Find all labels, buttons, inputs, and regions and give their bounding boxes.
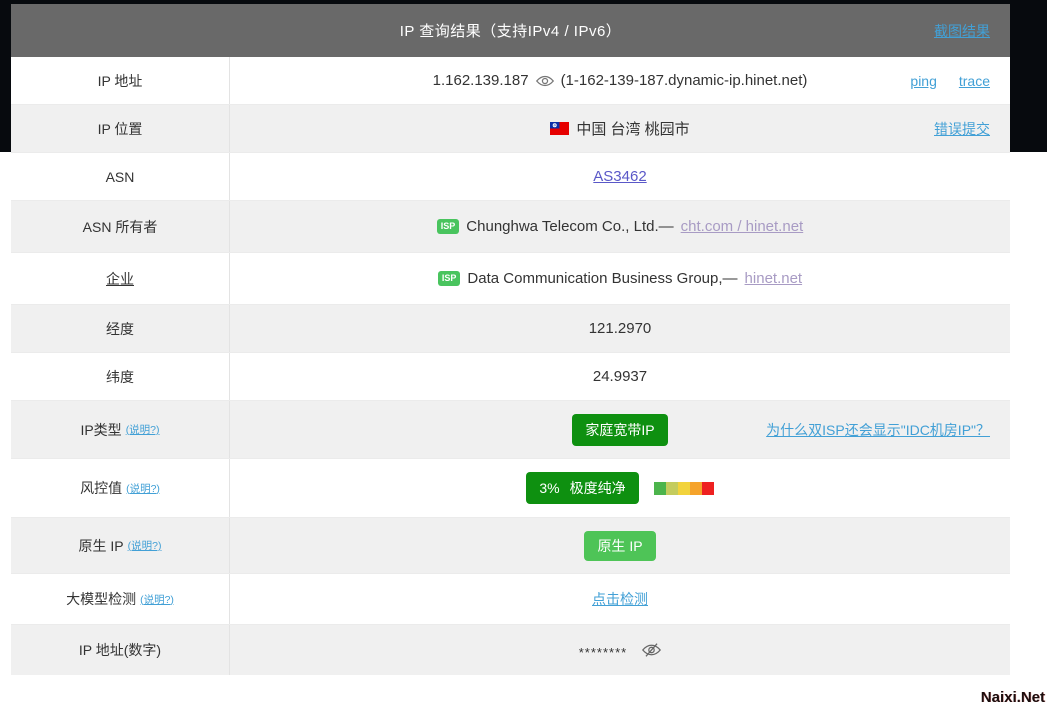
screenshot-result-link[interactable]: 截图结果: [934, 21, 990, 41]
eye-off-icon[interactable]: [642, 642, 661, 658]
eye-icon[interactable]: [536, 74, 554, 88]
error-report-link[interactable]: 错误提交: [934, 119, 990, 139]
row-label: 原生 IP (说明?): [11, 518, 230, 573]
row-value-cell: 中国 台湾 桃园市 错误提交: [230, 105, 1010, 152]
risk-text: 极度纯净: [570, 478, 626, 498]
row-label: 大模型检测 (说明?): [11, 574, 230, 624]
row-label: IP 地址(数字): [11, 625, 230, 675]
isp-badge: ISP: [438, 271, 461, 286]
row-value-cell: 24.9937: [230, 353, 1010, 400]
row-label: 纬度: [11, 353, 230, 400]
row-value-cell: AS3462: [230, 153, 1010, 200]
ip-hostname: (1-162-139-187.dynamic-ip.hinet.net): [561, 72, 808, 89]
longitude-value: 121.2970: [589, 320, 652, 337]
native-ip-badge: 原生 IP: [584, 531, 655, 561]
row-value-cell: ISP Data Communication Business Group,— …: [230, 253, 1010, 304]
ip-result-card: IP 查询结果（支持IPv4 / IPv6） 截图结果 IP 地址 1.162.…: [11, 4, 1010, 675]
row-value-cell: 1.162.139.187 (1-162-139-187.dynamic-ip.…: [230, 57, 1010, 104]
risk-score-badge: 3% 极度纯净: [526, 472, 638, 504]
click-detect-link[interactable]: 点击检测: [592, 589, 648, 609]
row-value-cell: ISP Chunghwa Telecom Co., Ltd.— cht.com …: [230, 201, 1010, 252]
asn-owner-text: Chunghwa Telecom Co., Ltd.—: [466, 218, 673, 235]
company-text: Data Communication Business Group,—: [467, 270, 737, 287]
latitude-value: 24.9937: [593, 368, 647, 385]
page-title: IP 查询结果（支持IPv4 / IPv6）: [400, 20, 622, 41]
row-ip-location: IP 位置 中国 台湾 桃园市 错误提交: [11, 105, 1010, 153]
row-value-cell: 原生 IP: [230, 518, 1010, 573]
risk-percent: 3%: [539, 480, 559, 496]
ip-action-links: ping trace: [910, 73, 990, 89]
row-value-cell: 121.2970: [230, 305, 1010, 352]
naixi-watermark: Naixi.Net: [981, 689, 1045, 706]
native-ip-help-link[interactable]: (说明?): [128, 538, 162, 553]
isp-badge: ISP: [437, 219, 460, 234]
native-ip-label: 原生 IP: [79, 536, 124, 556]
risk-level-bar: [654, 482, 714, 495]
row-risk-value: 风控值 (说明?) 3% 极度纯净: [11, 459, 1010, 518]
ip-number-masked-value: ********: [579, 640, 627, 660]
ip-type-badge: 家庭宽带IP: [572, 414, 667, 446]
row-label: IP 位置: [11, 105, 230, 152]
row-label: 风控值 (说明?): [11, 459, 230, 517]
card-header: IP 查询结果（支持IPv4 / IPv6） 截图结果: [11, 4, 1010, 57]
row-value-cell: 家庭宽带IP 为什么双ISP还会显示"IDC机房IP"？: [230, 401, 1010, 458]
row-ip-type: IP类型 (说明?) 家庭宽带IP 为什么双ISP还会显示"IDC机房IP"？: [11, 401, 1010, 459]
row-llm-check: 大模型检测 (说明?) 点击检测: [11, 574, 1010, 625]
row-company: 企业 ISP Data Communication Business Group…: [11, 253, 1010, 305]
company-domain-link[interactable]: hinet.net: [745, 270, 803, 287]
ip-address-value: 1.162.139.187: [433, 72, 529, 89]
risk-help-link[interactable]: (说明?): [126, 481, 160, 496]
ip-type-label: IP类型: [80, 420, 121, 440]
dual-isp-question-link[interactable]: 为什么双ISP还会显示"IDC机房IP"？: [766, 420, 990, 440]
asn-owner-domain-link[interactable]: cht.com / hinet.net: [681, 218, 804, 235]
row-longitude: 经度 121.2970: [11, 305, 1010, 353]
row-latitude: 纬度 24.9937: [11, 353, 1010, 401]
row-asn-owner: ASN 所有者 ISP Chunghwa Telecom Co., Ltd.— …: [11, 201, 1010, 253]
row-ip-number: IP 地址(数字) ********: [11, 625, 1010, 675]
risk-label: 风控值: [80, 478, 122, 498]
row-label: IP 地址: [11, 57, 230, 104]
row-value-cell: 3% 极度纯净: [230, 459, 1010, 517]
ip-type-help-link[interactable]: (说明?): [126, 422, 160, 437]
row-asn: ASN AS3462: [11, 153, 1010, 201]
llm-check-help-link[interactable]: (说明?): [140, 592, 174, 607]
taiwan-flag-icon: [550, 122, 569, 135]
row-label: ASN: [11, 153, 230, 200]
trace-link[interactable]: trace: [959, 73, 990, 89]
row-label: ASN 所有者: [11, 201, 230, 252]
row-label: 企业: [11, 253, 230, 304]
row-value-cell: 点击检测: [230, 574, 1010, 624]
company-label: 企业: [106, 269, 134, 289]
row-native-ip: 原生 IP (说明?) 原生 IP: [11, 518, 1010, 574]
row-ip-address: IP 地址 1.162.139.187 (1-162-139-187.dynam…: [11, 57, 1010, 105]
asn-link[interactable]: AS3462: [593, 168, 646, 185]
ip-location-value: 中国 台湾 桃园市: [576, 118, 689, 139]
row-label: IP类型 (说明?): [11, 401, 230, 458]
llm-check-label: 大模型检测: [66, 589, 136, 609]
ping-link[interactable]: ping: [910, 73, 936, 89]
row-label: 经度: [11, 305, 230, 352]
row-value-cell: ********: [230, 625, 1010, 675]
